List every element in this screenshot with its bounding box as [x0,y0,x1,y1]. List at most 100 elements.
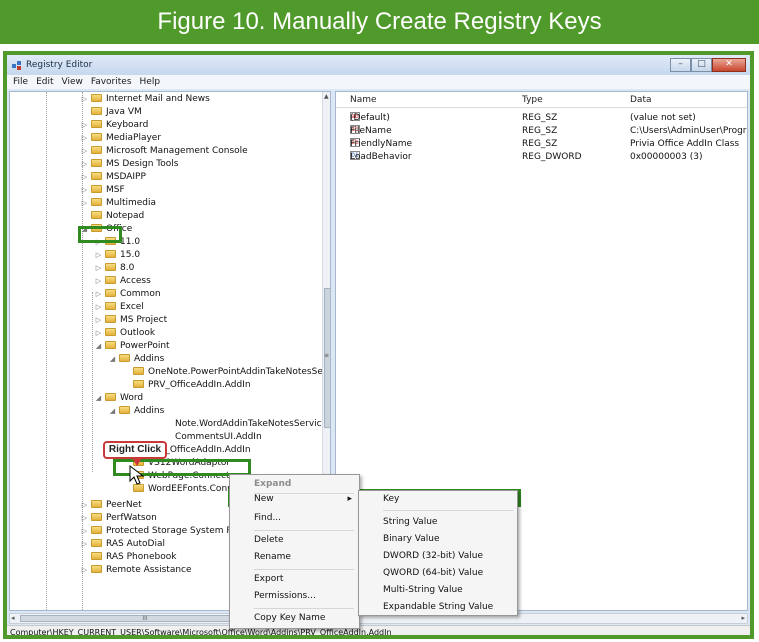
column-type[interactable]: Type [522,92,543,108]
tree-item[interactable]: Note.WordAddinTakeNotesService [175,417,327,431]
menu-separator [254,530,354,531]
submenu-dword-value[interactable]: DWORD (32-bit) Value [383,549,483,564]
expand-arrow-icon[interactable]: ▷ [94,235,103,249]
menu-view[interactable]: View [62,77,83,87]
collapse-arrow-icon[interactable]: ◢ [94,391,103,405]
submenu-binary-value[interactable]: Binary Value [383,532,440,547]
tree-item[interactable]: ▷ MS Design Tools [80,157,178,171]
menu-help[interactable]: Help [140,77,161,87]
expand-arrow-icon[interactable]: ▷ [94,313,103,327]
menu-export[interactable]: Export [254,572,283,587]
expand-arrow-icon[interactable]: ▷ [94,287,103,301]
scroll-left-icon[interactable]: ◂ [11,614,15,622]
tree-item[interactable]: RAS Phonebook [80,550,176,564]
submenu-string-value[interactable]: String Value [383,515,437,530]
tree-item[interactable]: ▷ Common [94,287,161,301]
menu-new[interactable]: New ▸ [232,492,356,507]
menu-favorites[interactable]: Favorites [91,77,132,87]
tree-item[interactable]: ▷ PeerNet [80,498,142,512]
tree-item[interactable]: ▷ Protected Storage System Pro [80,524,241,538]
tree-item[interactable]: ▷ MS Project [94,313,167,327]
collapse-arrow-icon[interactable]: ◢ [108,404,117,418]
folder-icon [91,120,102,128]
tree-item[interactable]: ▷ PerfWatson [80,511,157,525]
expand-arrow-icon[interactable]: ▷ [94,261,103,275]
value-row[interactable]: 01 LoadBehavior REG_DWORD 0x00000003 (3) [336,151,747,163]
tree-item[interactable]: ◢ Addins [108,404,164,418]
expand-arrow-icon[interactable]: ▷ [94,248,103,262]
tree-item[interactable]: OneNote.PowerPointAddinTakeNotesServ [122,365,330,379]
tree-item[interactable]: PRV_OfficeAddIn.AddIn [122,378,251,392]
value-row[interactable]: ab FileName REG_SZ C:\Users\AdminUser\Pro… [336,125,747,137]
value-row[interactable]: ab FriendlyName REG_SZ Privia Office AddI… [336,138,747,150]
expand-arrow-icon[interactable]: ▷ [94,274,103,288]
menu-find[interactable]: Find... [254,511,281,526]
folder-icon [91,159,102,167]
menu-edit[interactable]: Edit [36,77,53,87]
folder-icon [119,354,130,362]
menu-rename[interactable]: Rename [254,550,291,565]
tree-item[interactable]: ▷ Access [94,274,151,288]
collapse-arrow-icon[interactable]: ◢ [108,352,117,366]
tree-item[interactable]: ▷ Remote Assistance [80,563,192,577]
tree-item[interactable]: ▷ MediaPlayer [80,131,161,145]
menu-delete[interactable]: Delete [254,533,284,548]
column-data[interactable]: Data [630,92,652,108]
scroll-right-icon[interactable]: ▸ [741,614,745,622]
column-name[interactable]: Name [350,92,377,108]
tree-item[interactable]: ▷ Multimedia [80,196,156,210]
minimize-button[interactable]: – [670,58,691,72]
folder-icon [91,172,102,180]
menu-copy-key-name[interactable]: Copy Key Name [254,611,325,626]
tree-item[interactable]: ▷ Microsoft Management Console [80,144,248,158]
tree-item-office[interactable]: ◢ Office [80,222,132,236]
menu-file[interactable]: File [13,77,28,87]
folder-icon [119,406,130,414]
expand-arrow-icon[interactable]: ▷ [80,183,89,197]
tree-item[interactable]: ▷ Outlook [94,326,155,340]
maximize-button[interactable]: □ [691,58,712,72]
tree-item[interactable]: Java VM [80,105,142,119]
tree-item[interactable]: ◢ PowerPoint [94,339,170,353]
submenu-expandable-string-value[interactable]: Expandable String Value [383,600,493,615]
expand-arrow-icon[interactable]: ▷ [94,326,103,340]
expand-arrow-icon[interactable]: ▷ [80,524,89,538]
tree-item[interactable]: CommentsUI.AddIn [175,430,262,444]
menu-permissions[interactable]: Permissions... [254,589,316,604]
tree-item[interactable]: ◢ Addins [108,352,164,366]
expand-arrow-icon[interactable]: ▷ [80,170,89,184]
tree-item[interactable]: ▷ MSF [80,183,125,197]
expand-arrow-icon[interactable]: ▷ [80,537,89,551]
submenu-key[interactable]: Key [383,492,399,507]
folder-icon [91,500,102,508]
expand-arrow-icon[interactable]: ▷ [80,118,89,132]
expand-arrow-icon[interactable]: ▷ [80,92,89,106]
collapse-arrow-icon[interactable]: ◢ [80,222,89,236]
expand-arrow-icon[interactable]: ▷ [80,511,89,525]
tree-item[interactable]: ▷ RAS AutoDial [80,537,165,551]
value-row[interactable]: ab (Default) REG_SZ (value not set) [336,112,747,124]
tree-item[interactable]: Notepad [80,209,144,223]
tree-item[interactable]: ▷ 15.0 [94,248,140,262]
expand-arrow-icon[interactable]: ▷ [80,498,89,512]
expand-arrow-icon[interactable]: ▷ [80,196,89,210]
tree-item[interactable]: ▷ 8.0 [94,261,134,275]
tree-item[interactable]: ▷ 11.0 [94,235,140,249]
expand-arrow-icon[interactable]: ▷ [80,144,89,158]
tree-item[interactable]: ◢ Word [94,391,143,405]
title-bar[interactable]: Registry Editor – □ ✕ [7,55,750,75]
tree-item[interactable]: ▷ Excel [94,300,144,314]
collapse-arrow-icon[interactable]: ◢ [94,339,103,353]
expand-arrow-icon[interactable]: ▷ [80,131,89,145]
tree-item[interactable]: ▷ MSDAIPP [80,170,146,184]
expand-arrow-icon[interactable]: ▷ [80,157,89,171]
tree-item[interactable]: ▷ Keyboard [80,118,148,132]
scroll-up-icon[interactable]: ▲ [324,93,329,100]
submenu-qword-value[interactable]: QWORD (64-bit) Value [383,566,483,581]
expand-arrow-icon[interactable]: ▷ [80,563,89,577]
submenu-multi-string-value[interactable]: Multi-String Value [383,583,463,598]
expand-arrow-icon[interactable]: ▷ [94,300,103,314]
menu-expand[interactable]: Expand [254,477,291,492]
tree-item[interactable]: ▷ Internet Mail and News [80,92,210,106]
close-button[interactable]: ✕ [712,58,746,72]
